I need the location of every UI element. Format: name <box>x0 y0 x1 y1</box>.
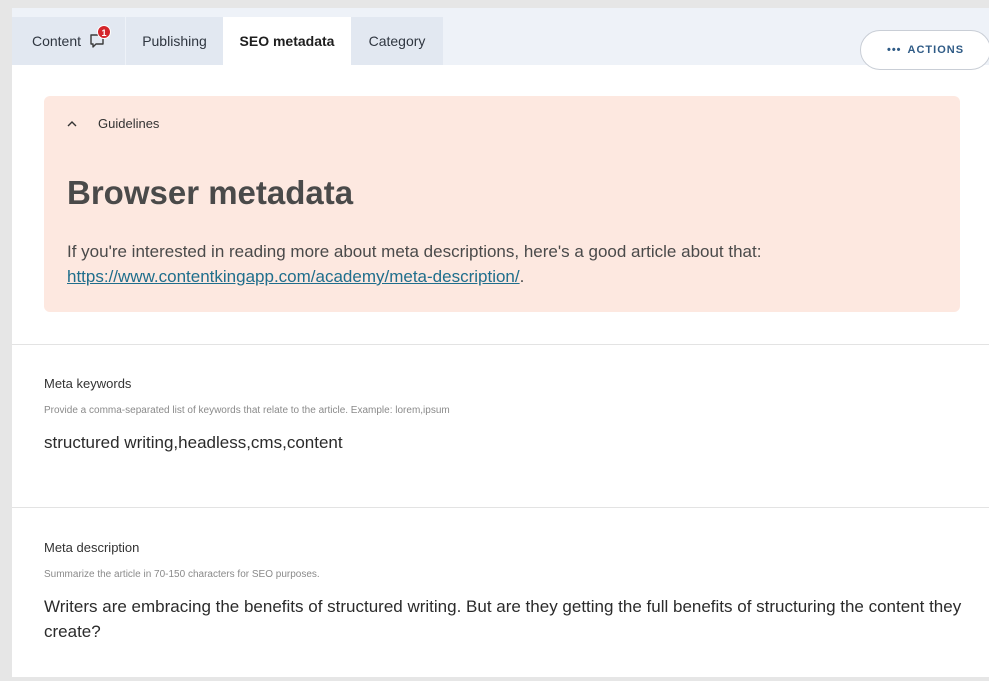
meta-description-article-link[interactable]: https://www.contentkingapp.com/academy/m… <box>67 267 520 286</box>
guidelines-text-after: . <box>519 267 525 286</box>
tab-content-label: Content <box>31 33 82 49</box>
actions-button-label: ACTIONS <box>907 44 965 56</box>
section-divider <box>12 344 989 345</box>
window-frame-bottom <box>0 677 989 681</box>
guidelines-toggle[interactable]: Guidelines <box>66 116 159 131</box>
chevron-up-icon <box>67 120 77 126</box>
meta-keywords-label: Meta keywords <box>44 376 132 391</box>
window-frame-top <box>0 0 989 8</box>
meta-description-label: Meta description <box>44 540 140 555</box>
tab-content[interactable]: Content 1 <box>12 17 125 65</box>
meta-description-help: Summarize the article in 70-150 characte… <box>44 569 320 580</box>
tab-category[interactable]: Category <box>351 17 443 65</box>
tab-seo-metadata-label: SEO metadata <box>239 33 335 49</box>
tab-publishing[interactable]: Publishing <box>126 17 223 65</box>
guidelines-title: Browser metadata <box>67 174 354 211</box>
actions-button[interactable]: ••• ACTIONS <box>860 30 989 70</box>
notification-badge: 1 <box>97 25 112 39</box>
window-frame-left <box>0 0 12 681</box>
meta-keywords-help: Provide a comma-separated list of keywor… <box>44 405 450 416</box>
tab-publishing-label: Publishing <box>142 33 207 49</box>
guidelines-panel: Guidelines Browser metadata If you're in… <box>44 96 960 312</box>
section-divider <box>12 507 989 508</box>
comment-icon: 1 <box>89 25 112 49</box>
guidelines-toggle-label: Guidelines <box>98 116 160 131</box>
meta-keywords-input[interactable]: structured writing,headless,cms,content <box>44 430 944 455</box>
guidelines-text-before: If you're interested in reading more abo… <box>67 242 762 261</box>
tab-category-label: Category <box>368 33 426 49</box>
more-dots-icon: ••• <box>886 44 902 56</box>
tab-bar: Content 1 Publishing SEO metadata Catego… <box>12 8 989 65</box>
tab-seo-metadata[interactable]: SEO metadata <box>223 17 351 65</box>
meta-description-input[interactable]: Writers are embracing the benefits of st… <box>44 594 974 644</box>
guidelines-text: If you're interested in reading more abo… <box>67 239 827 289</box>
